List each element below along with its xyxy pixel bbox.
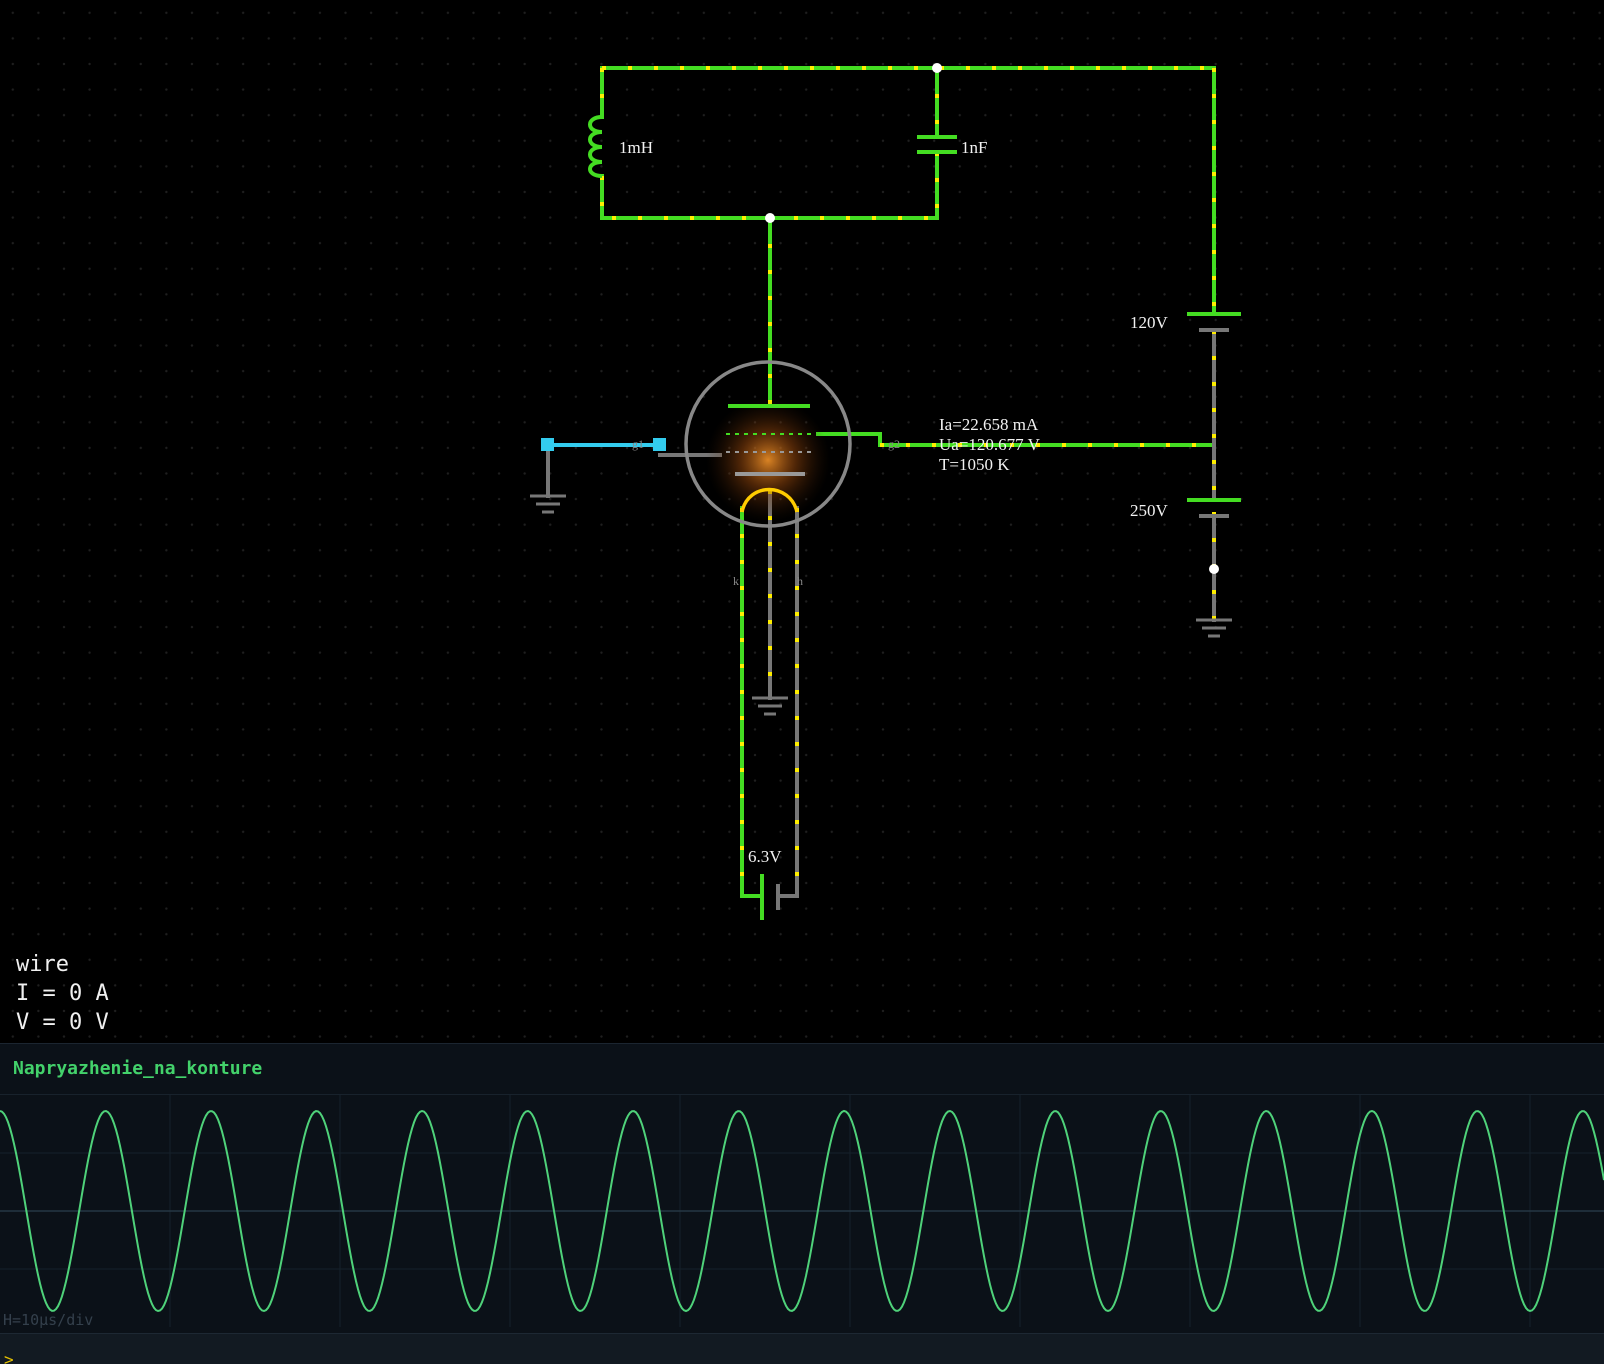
circuit-canvas[interactable]: 1mH 1nF 120V 250V 6.3V g1 g2 k h Ia=22.6… (0, 0, 1604, 1043)
capacitor[interactable] (917, 135, 957, 154)
element-info-panel: wire I = 0 A V = 0 V (16, 950, 109, 1037)
info-voltage: V = 0 V (16, 1010, 109, 1035)
battery-plate-supply[interactable] (1187, 312, 1241, 332)
ground-left[interactable] (530, 494, 566, 514)
readout-ia: Ia=22.658 mA (939, 415, 1039, 434)
info-element-type: wire (16, 952, 69, 977)
scope-plot[interactable] (0, 1095, 1604, 1327)
prompt-indicator: > (4, 1350, 14, 1364)
capacitor-label: 1nF (961, 138, 987, 157)
readout-ua: Ua=120.677 V (939, 435, 1041, 454)
pin-label-g2: g2 (888, 437, 900, 451)
scope-title: Napryazhenie_na_konture (13, 1058, 263, 1079)
tube-readout: Ia=22.658 mA Ua=120.677 V T=1050 K (939, 415, 1041, 474)
wire-heater-right[interactable] (776, 506, 799, 898)
inductor[interactable] (588, 115, 603, 178)
scope-header: Napryazhenie_na_konture (0, 1044, 1604, 1095)
ground-cathode[interactable] (752, 696, 788, 716)
pin-label-g1: g1 (632, 437, 644, 451)
tube-glow (706, 398, 830, 522)
wire-handle-right[interactable] (653, 438, 666, 451)
battery-heater[interactable] (760, 874, 780, 920)
pin-label-h: h (797, 574, 803, 588)
inductor-label: 1mH (619, 138, 653, 157)
wire-heater-left[interactable] (740, 506, 764, 898)
junction-tank (765, 213, 775, 223)
readout-temp: T=1050 K (939, 455, 1010, 474)
ground-right[interactable] (1196, 618, 1232, 638)
inactive-wires[interactable] (546, 328, 1216, 898)
battery-plate-label: 120V (1130, 313, 1169, 332)
circuit-schematic[interactable]: 1mH 1nF 120V 250V 6.3V g1 g2 k h Ia=22.6… (0, 0, 1604, 1043)
scope-scale-label: H=10µs/div (3, 1311, 94, 1329)
pin-label-k: k (733, 574, 739, 588)
battery-heater-label: 6.3V (748, 847, 782, 866)
junction-right (1209, 564, 1219, 574)
selected-wire[interactable] (541, 438, 666, 451)
simulator-app: 1mH 1nF 120V 250V 6.3V g1 g2 k h Ia=22.6… (0, 0, 1604, 1364)
junction-top (932, 63, 942, 73)
status-bar: > (0, 1333, 1604, 1364)
info-current: I = 0 A (16, 981, 109, 1006)
oscilloscope-panel[interactable]: Napryazhenie_na_konture H=10µs/div (0, 1043, 1604, 1334)
wire-handle-left[interactable] (541, 438, 554, 451)
battery-grid-label: 250V (1130, 501, 1169, 520)
